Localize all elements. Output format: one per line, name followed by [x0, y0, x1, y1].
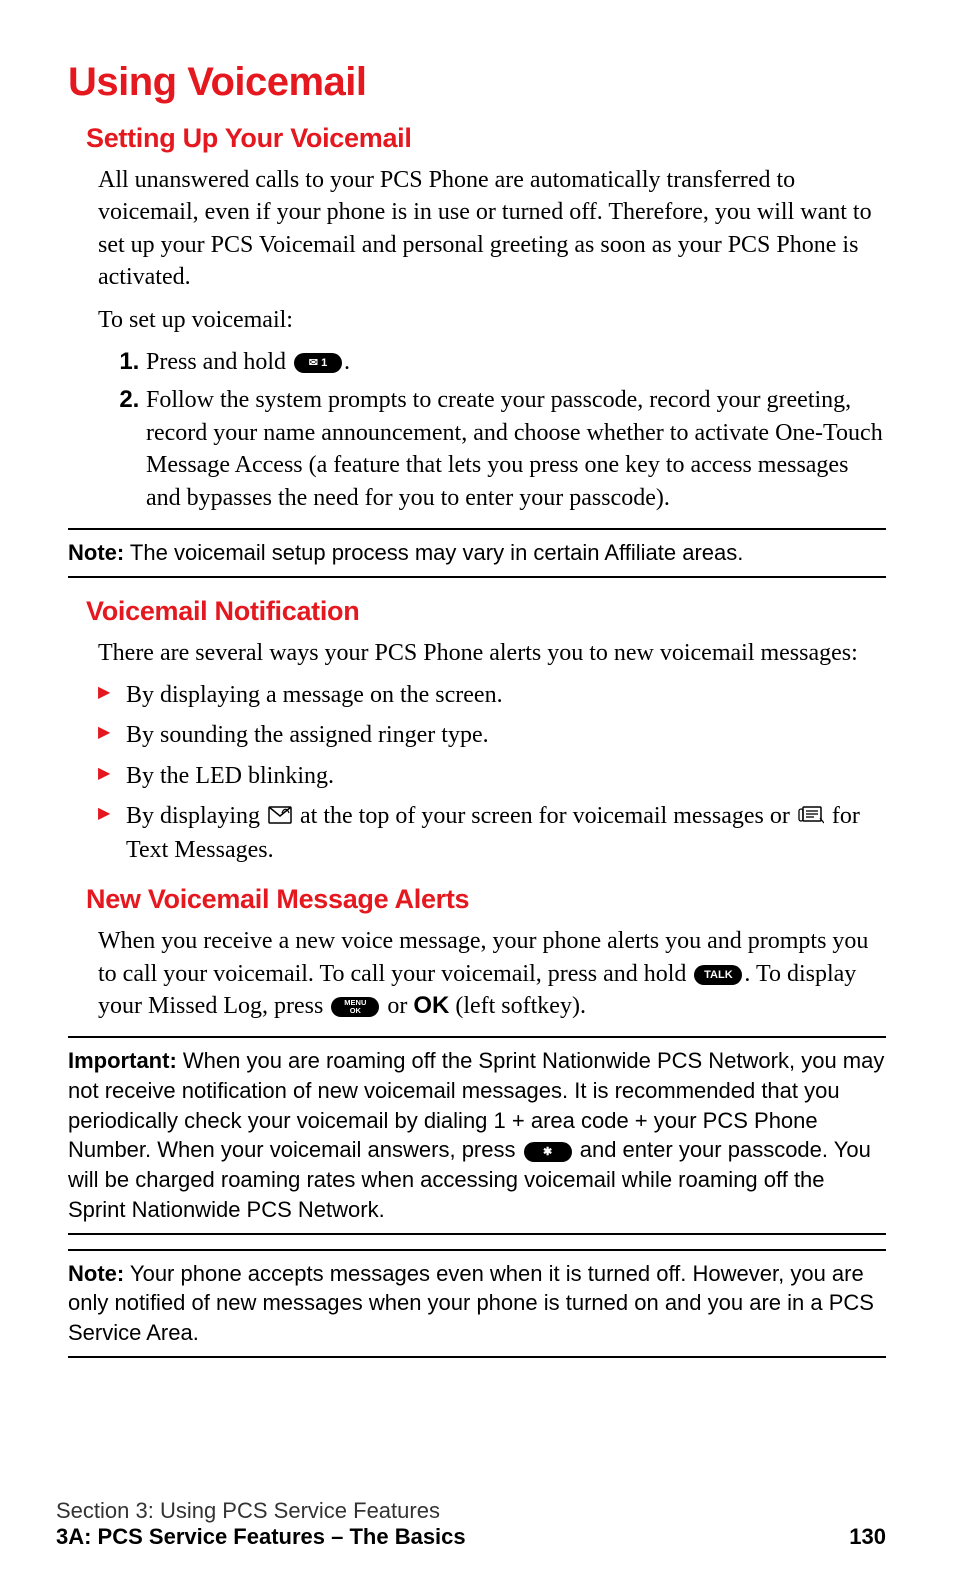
- step-item: Follow the system prompts to create your…: [146, 384, 886, 514]
- bullet-list: By displaying a message on the screen. B…: [98, 679, 886, 866]
- list-text: By displaying: [126, 803, 266, 829]
- page-number: 130: [849, 1524, 886, 1550]
- note-label: Note:: [68, 540, 124, 565]
- note-text: The voicemail setup process may vary in …: [124, 540, 743, 565]
- note-block: Note: Your phone accepts messages even w…: [68, 1249, 886, 1358]
- important-block: Important: When you are roaming off the …: [68, 1036, 886, 1234]
- important-label: Important:: [68, 1048, 177, 1073]
- steps-list: Press and hold ✉ 1. Follow the system pr…: [118, 346, 886, 514]
- page-title: Using Voicemail: [68, 60, 886, 105]
- step-item: Press and hold ✉ 1.: [146, 346, 886, 378]
- note-text: Your phone accepts messages even when it…: [68, 1261, 874, 1345]
- key-talk-icon: TALK: [694, 965, 742, 985]
- text-message-icon: [798, 801, 824, 833]
- body-paragraph: When you receive a new voice message, yo…: [98, 925, 886, 1022]
- list-item: By displaying at the top of your screen …: [98, 800, 886, 866]
- list-text: at the top of your screen for voicemail …: [300, 803, 796, 829]
- footer-section: Section 3: Using PCS Service Features: [56, 1498, 886, 1524]
- list-item: By sounding the assigned ringer type.: [98, 719, 886, 751]
- voicemail-envelope-icon: [268, 801, 292, 833]
- step-text: Press and hold: [146, 349, 292, 375]
- note-block: Note: The voicemail setup process may va…: [68, 528, 886, 578]
- body-text: (left softkey).: [449, 993, 586, 1019]
- subhead-new-alerts: New Voicemail Message Alerts: [86, 884, 886, 915]
- footer-chapter: 3A: PCS Service Features – The Basics: [56, 1524, 466, 1550]
- subhead-setting-up: Setting Up Your Voicemail: [86, 123, 886, 154]
- body-text: or: [381, 993, 413, 1019]
- list-item: By the LED blinking.: [98, 760, 886, 792]
- page-footer: Section 3: Using PCS Service Features 3A…: [56, 1498, 886, 1550]
- ok-softkey-label: OK: [413, 992, 449, 1019]
- list-item: By displaying a message on the screen.: [98, 679, 886, 711]
- key-star-icon: ✱: [524, 1142, 572, 1162]
- body-paragraph: To set up voicemail:: [98, 304, 886, 336]
- note-label: Note:: [68, 1261, 124, 1286]
- subhead-notification: Voicemail Notification: [86, 596, 886, 627]
- key-voicemail-1-icon: ✉ 1: [294, 353, 342, 373]
- key-menu-ok-icon: MENUOK: [331, 997, 379, 1017]
- step-text: .: [344, 349, 350, 375]
- document-page: Using Voicemail Setting Up Your Voicemai…: [0, 0, 954, 1590]
- body-paragraph: There are several ways your PCS Phone al…: [98, 637, 886, 669]
- body-paragraph: All unanswered calls to your PCS Phone a…: [98, 164, 886, 294]
